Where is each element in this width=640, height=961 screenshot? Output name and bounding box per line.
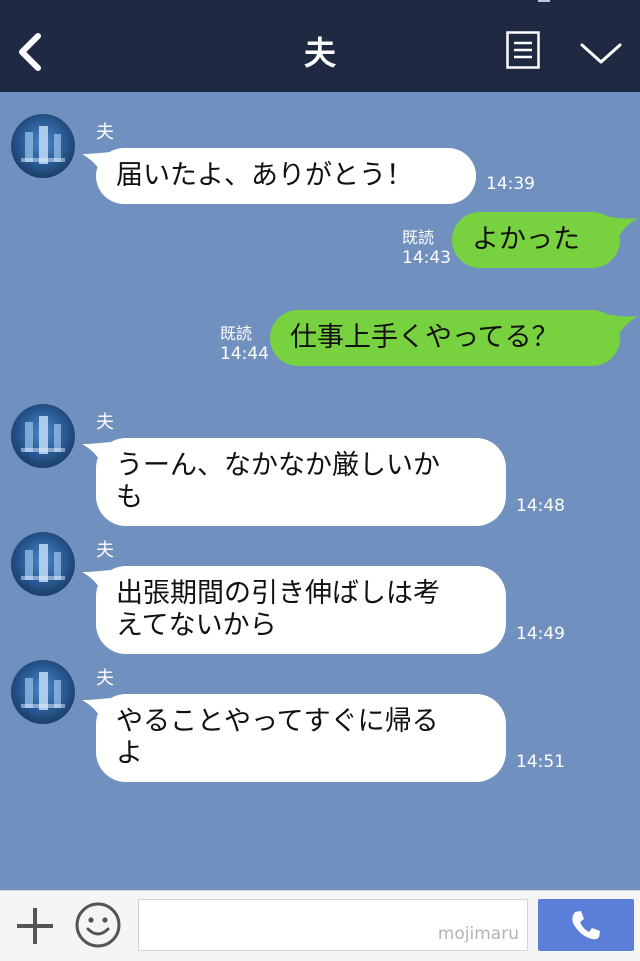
message-input[interactable]: mojimaru [138, 899, 528, 951]
sender-name: 夫 [96, 122, 114, 143]
message-text-line: も [116, 482, 143, 513]
read-receipt: 既読 14:43 [402, 228, 451, 268]
collapse-chevron-down-icon[interactable] [580, 42, 622, 66]
read-label: 既読 [220, 324, 253, 343]
avatar[interactable] [11, 660, 75, 724]
status-indicator [538, 0, 550, 2]
chat-header: 夫 [0, 0, 640, 92]
read-receipt: 既読 14:44 [220, 324, 269, 364]
avatar[interactable] [11, 404, 75, 468]
call-button[interactable] [538, 899, 634, 951]
smiley-icon[interactable] [74, 901, 122, 949]
message-time: 14:39 [486, 174, 535, 194]
composer-bar: mojimaru [0, 890, 640, 961]
menu-list-icon[interactable] [506, 31, 540, 69]
incoming-message[interactable]: うーん、なかなか厳しいか も [96, 438, 506, 526]
message-text: 仕事上手くやってる？ [290, 322, 559, 353]
sender-name: 夫 [96, 412, 114, 433]
message-text-line: よ [116, 738, 143, 769]
input-watermark: mojimaru [437, 924, 519, 944]
avatar-image-icon [21, 416, 65, 454]
message-list[interactable]: 夫 届いたよ、ありがとう！ 14:39 既読 14:43 よかった 既読 14:… [0, 92, 640, 890]
message-text-line: 出張期間の引き伸ばしは考 [116, 578, 440, 609]
message-text-line: えてないから [116, 610, 277, 641]
message-time: 14:44 [220, 344, 269, 364]
sender-name: 夫 [96, 668, 114, 689]
message-text-line: やることやってすぐに帰る [116, 706, 439, 737]
message-text: よかった [472, 224, 580, 255]
avatar-image-icon [21, 126, 65, 164]
incoming-message[interactable]: 届いたよ、ありがとう！ [96, 148, 476, 204]
avatar[interactable] [11, 114, 75, 178]
outgoing-message[interactable]: よかった [452, 212, 620, 268]
message-text-line: うーん、なかなか厳しいか [116, 450, 440, 481]
outgoing-message[interactable]: 仕事上手くやってる？ [270, 310, 620, 366]
message-time: 14:43 [402, 248, 451, 268]
sender-name: 夫 [96, 540, 114, 561]
plus-icon[interactable] [14, 905, 56, 947]
message-time: 14:48 [516, 496, 565, 516]
message-time: 14:51 [516, 752, 565, 772]
avatar-image-icon [21, 672, 65, 710]
message-text: 届いたよ、ありがとう！ [116, 160, 413, 191]
avatar-image-icon [21, 544, 65, 582]
message-time: 14:49 [516, 624, 565, 644]
read-label: 既読 [402, 228, 435, 247]
chat-title: 夫 [303, 34, 336, 72]
incoming-message[interactable]: 出張期間の引き伸ばしは考 えてないから [96, 566, 506, 654]
phone-icon [572, 911, 600, 940]
incoming-message[interactable]: やることやってすぐに帰る よ [96, 694, 506, 782]
avatar[interactable] [11, 532, 75, 596]
